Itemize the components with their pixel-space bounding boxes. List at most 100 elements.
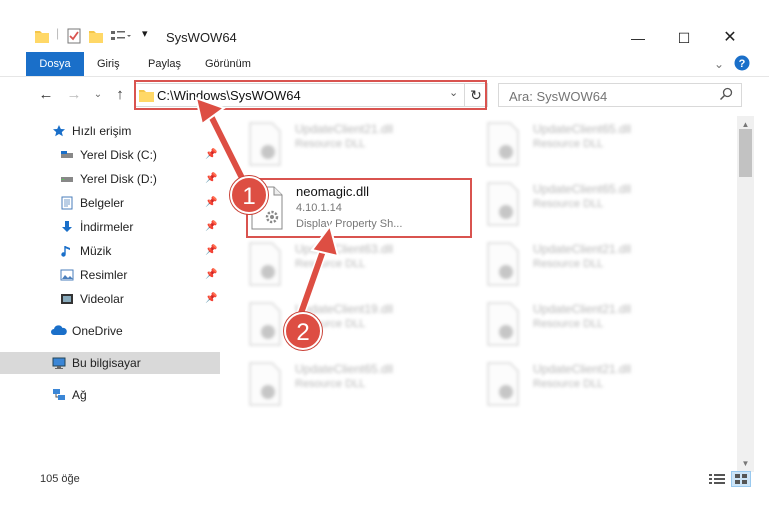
sidebar-item-label: Bu bilgisayar — [72, 356, 141, 370]
tab-file[interactable]: Dosya — [26, 52, 84, 76]
scrollbar-thumb[interactable] — [739, 129, 752, 177]
sidebar-item-label: OneDrive — [72, 324, 123, 338]
search-icon[interactable] — [719, 87, 733, 101]
file-tile[interactable]: UpdateClient21.dll Resource DLL — [478, 298, 708, 352]
vertical-scrollbar[interactable]: ▲ ▼ — [737, 116, 754, 472]
sidebar-item-label: İndirmeler — [80, 220, 134, 234]
sidebar-item-music[interactable]: Müzik 📌 — [0, 240, 220, 262]
music-note-icon — [61, 246, 70, 257]
pin-icon[interactable]: 📌 — [205, 168, 217, 190]
sidebar-item-label: Belgeler — [80, 196, 125, 210]
ribbon-tabs: Dosya Giriş Paylaş Görünüm ⌄ ? — [0, 52, 769, 77]
svg-text:?: ? — [739, 58, 746, 70]
tab-home[interactable]: Giriş — [97, 52, 120, 76]
back-arrow-icon[interactable]: ← — [36, 84, 56, 106]
navigation-pane: Hızlı erişim Yerel Disk (C:) 📌 Yerel Dis… — [0, 116, 232, 472]
dll-file-icon — [249, 302, 281, 346]
file-version: 4.10.1.14 — [296, 202, 342, 214]
file-name: UpdateClient21.dll — [533, 242, 632, 256]
file-description: Resource DLL — [533, 378, 604, 390]
pin-icon[interactable]: 📌 — [205, 192, 217, 214]
status-bar: 105 öğe — [0, 470, 769, 488]
cloud-icon — [51, 325, 67, 335]
sidebar-item-documents[interactable]: Belgeler 📌 — [0, 192, 220, 214]
file-tile[interactable]: UpdateClient65.dll Resource DLL — [478, 178, 708, 232]
step-badge-2: 2 — [284, 312, 322, 350]
pin-icon[interactable]: 📌 — [205, 240, 217, 262]
dll-file-icon — [487, 182, 519, 226]
pictures-icon — [60, 269, 74, 281]
customize-toolbar-icon[interactable] — [110, 27, 132, 45]
file-tile[interactable]: UpdateClient65.dll Resource DLL — [478, 118, 708, 172]
dll-file-icon — [249, 122, 281, 166]
pin-icon[interactable]: 📌 — [205, 288, 217, 310]
pin-icon[interactable]: 📌 — [205, 216, 217, 238]
tab-share[interactable]: Paylaş — [148, 52, 181, 76]
recent-locations-icon[interactable]: ⌄ — [88, 84, 108, 106]
properties-icon[interactable] — [66, 27, 82, 45]
sidebar-item-label: Resimler — [80, 268, 128, 282]
dll-file-icon — [487, 362, 519, 406]
sidebar-item-label: Müzik — [80, 244, 112, 258]
details-view-icon[interactable] — [708, 472, 726, 486]
sidebar-item-pictures[interactable]: Resimler 📌 — [0, 264, 220, 286]
file-name: UpdateClient63.dll — [295, 242, 394, 256]
sidebar-item-videos[interactable]: Videolar 📌 — [0, 288, 220, 310]
download-arrow-icon — [62, 221, 72, 232]
sidebar-item-label: Ağ — [72, 388, 87, 402]
drive-icon — [61, 151, 73, 158]
file-description: Display Property Sh... — [296, 218, 403, 230]
file-tile[interactable]: UpdateClient21.dll Resource DLL — [478, 238, 708, 292]
file-list: UpdateClient21.dll Resource DLL UpdateCl… — [240, 116, 737, 472]
minimize-icon[interactable]: — — [618, 27, 658, 49]
sidebar-item-downloads[interactable]: İndirmeler 📌 — [0, 216, 220, 238]
sidebar-item-onedrive[interactable]: OneDrive — [0, 320, 220, 342]
large-icons-view-icon[interactable] — [731, 471, 751, 487]
file-tile-neomagic[interactable]: neomagic.dll 4.10.1.14 Display Property … — [246, 178, 472, 238]
pin-icon[interactable]: 📌 — [205, 144, 217, 166]
dll-file-icon — [249, 242, 281, 286]
sidebar-item-label: Hızlı erişim — [72, 124, 132, 138]
documents-icon — [61, 196, 73, 210]
dll-file-icon — [249, 362, 281, 406]
network-icon — [53, 389, 65, 400]
quick-access-dropdown-icon[interactable]: ▾ — [142, 27, 148, 45]
file-description: Resource DLL — [295, 258, 366, 270]
file-name: neomagic.dll — [296, 184, 369, 199]
file-tile[interactable]: UpdateClient21.dll Resource DLL — [478, 358, 708, 412]
file-tile[interactable]: UpdateClient21.dll Resource DLL — [240, 118, 470, 172]
up-arrow-icon[interactable]: ↑ — [110, 84, 130, 106]
file-name: UpdateClient65.dll — [295, 362, 394, 376]
tab-view[interactable]: Görünüm — [205, 52, 251, 76]
file-description: Resource DLL — [295, 378, 366, 390]
expand-ribbon-icon[interactable]: ⌄ — [710, 55, 728, 73]
sidebar-item-this-pc[interactable]: Bu bilgisayar — [0, 352, 220, 374]
help-icon[interactable]: ? — [734, 55, 752, 73]
item-count: 105 öğe — [40, 473, 80, 485]
file-description: Resource DLL — [295, 138, 366, 150]
step-badge-1: 1 — [230, 176, 268, 214]
file-description: Resource DLL — [533, 258, 604, 270]
sidebar-item-local-disk-c[interactable]: Yerel Disk (C:) 📌 — [0, 144, 220, 166]
file-tile[interactable]: UpdateClient65.dll Resource DLL — [240, 358, 470, 412]
window-title: SysWOW64 — [166, 30, 237, 45]
sidebar-item-network[interactable]: Ağ — [0, 384, 220, 406]
file-description: Resource DLL — [533, 198, 604, 210]
file-name: UpdateClient21.dll — [533, 302, 632, 316]
maximize-icon[interactable]: ☐ — [664, 27, 704, 49]
sidebar-item-local-disk-d[interactable]: Yerel Disk (D:) 📌 — [0, 168, 220, 190]
forward-arrow-icon[interactable]: → — [64, 84, 84, 106]
file-description: Resource DLL — [533, 318, 604, 330]
file-tile[interactable]: UpdateClient19.dll Resource DLL — [240, 298, 470, 352]
folder-icon — [35, 31, 49, 43]
sidebar-item-quick-access[interactable]: Hızlı erişim — [0, 120, 220, 142]
title-bar: | ▾ SysWOW64 — ☐ ✕ — [0, 22, 769, 52]
drive-icon — [61, 177, 73, 182]
search-input[interactable] — [507, 85, 721, 107]
pin-icon[interactable]: 📌 — [205, 264, 217, 286]
new-folder-icon[interactable] — [88, 27, 104, 45]
file-tile[interactable]: UpdateClient63.dll Resource DLL — [240, 238, 470, 292]
search-box[interactable] — [498, 83, 742, 107]
computer-icon — [52, 357, 66, 369]
close-icon[interactable]: ✕ — [710, 27, 750, 49]
